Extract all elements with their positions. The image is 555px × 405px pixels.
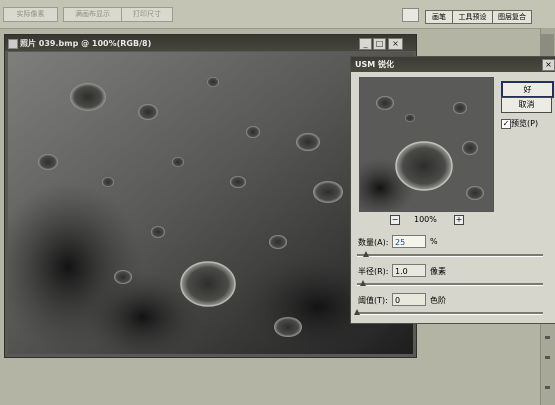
amount-slider-thumb[interactable] (363, 251, 370, 257)
threshold-label: 阈值(T): (358, 296, 388, 305)
fit-on-screen-button[interactable]: 满画布显示 (63, 7, 122, 22)
threshold-slider-track[interactable] (357, 312, 543, 315)
panel-grip-mark (545, 386, 550, 389)
radius-unit: 像素 (430, 267, 446, 276)
preview-label: 预览(P) (511, 119, 539, 128)
zoom-level: 100% (414, 215, 437, 224)
cancel-button[interactable]: 取消 (501, 97, 552, 113)
document-icon (8, 39, 18, 49)
close-button[interactable]: × (388, 38, 403, 50)
amount-label: 数量(A): (358, 238, 389, 247)
threshold-unit: 色阶 (430, 296, 446, 305)
filter-preview[interactable] (359, 77, 494, 212)
radius-field[interactable]: 1.0 (392, 264, 426, 277)
options-bar: 实际像素 满画布显示 打印尺寸 画笔 工具预设 图层复合 (0, 0, 555, 29)
minimize-button[interactable]: _ (359, 38, 372, 50)
tab-brushes[interactable]: 画笔 (425, 10, 453, 24)
dialog-close-button[interactable]: × (542, 59, 555, 71)
zoom-in-button[interactable]: + (454, 215, 464, 225)
maximize-button[interactable]: □ (373, 38, 386, 50)
radius-slider-thumb[interactable] (359, 280, 366, 286)
radius-label: 半径(R): (358, 267, 389, 276)
document-title-bar[interactable]: 照片 039.bmp @ 100%(RGB/8) _ □ × (5, 35, 416, 51)
amount-field[interactable]: 25 (392, 235, 426, 248)
unsharp-mask-dialog: USM 锐化 × 好 取消 ✓ 预览(P) − 100% + 数量(A): 25… (350, 56, 555, 324)
tab-tool-presets[interactable]: 工具预设 (452, 10, 493, 24)
threshold-field[interactable]: 0 (392, 293, 426, 306)
ok-button[interactable]: 好 (501, 81, 554, 98)
actual-pixels-button[interactable]: 实际像素 (3, 7, 58, 22)
palette-well-icon[interactable] (402, 8, 419, 22)
amount-unit: % (430, 237, 438, 246)
zoom-out-button[interactable]: − (390, 215, 400, 225)
dialog-title: USM 锐化 (355, 60, 395, 69)
radius-slider-track[interactable] (357, 283, 543, 286)
panel-grip-mark (545, 356, 550, 359)
print-size-button[interactable]: 打印尺寸 (121, 7, 173, 22)
tab-layer-comps[interactable]: 图层复合 (492, 10, 532, 24)
amount-slider-track[interactable] (357, 254, 543, 257)
panel-grip-mark (545, 336, 550, 339)
dialog-title-bar[interactable]: USM 锐化 (351, 57, 555, 72)
preview-image (360, 78, 493, 211)
document-title: 照片 039.bmp @ 100%(RGB/8) (20, 39, 152, 48)
threshold-slider-thumb[interactable] (354, 309, 360, 315)
preview-checkbox[interactable]: ✓ (501, 119, 511, 129)
